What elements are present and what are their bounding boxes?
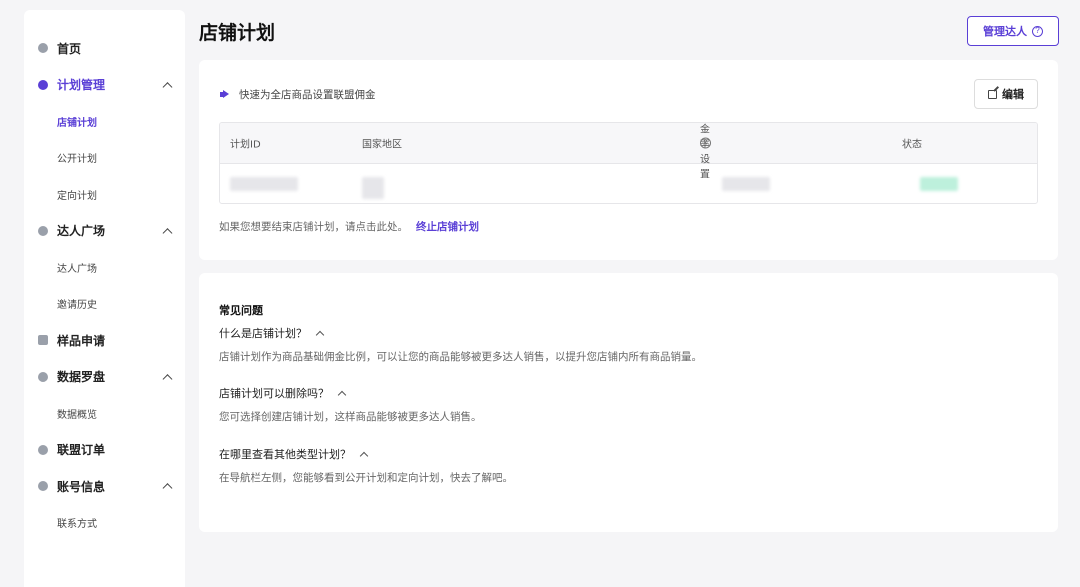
manage-influencers-label: 管理达人 bbox=[983, 26, 1027, 38]
compass-icon bbox=[38, 371, 48, 382]
faq-card: 常见问题 什么是店铺计划？ 店铺计划作为商品基础佣金比例，可以让您的商品能够被更… bbox=[199, 273, 1058, 532]
megaphone-icon bbox=[220, 90, 231, 99]
chevron-up-icon bbox=[359, 451, 369, 461]
home-icon bbox=[38, 43, 48, 54]
sample-icon bbox=[38, 335, 48, 346]
sidebar-item-contact[interactable]: 联系方式 bbox=[24, 505, 185, 542]
chevron-up-icon bbox=[337, 390, 347, 400]
faq-answer-3: 在导航栏左侧，您能够看到公开计划和定向计划，快去了解吧。 bbox=[219, 472, 513, 484]
sidebar-item-influencer-square[interactable]: 达人广场 bbox=[24, 213, 185, 250]
faq-question-text: 什么是店铺计划？ bbox=[219, 327, 307, 340]
table-row bbox=[220, 164, 1037, 203]
commission-cell-redacted bbox=[722, 177, 770, 191]
sidebar-item-label: 首页 bbox=[57, 41, 82, 56]
faq-answer-1: 店铺计划作为商品基础佣金比例，可以让您的商品能够被更多达人销售，以提升您店铺内所… bbox=[219, 351, 702, 363]
faq-title: 常见问题 bbox=[219, 304, 263, 317]
faq-question-3[interactable]: 在哪里查看其他类型计划？ bbox=[219, 446, 369, 462]
notice-text: 快速为全店商品设置联盟佣金 bbox=[239, 89, 376, 101]
plan-table: 计划ID 国家地区 佣金率设置 ? 状态 bbox=[219, 122, 1038, 204]
chevron-up-icon bbox=[162, 373, 173, 384]
sidebar-item-targeted-plan[interactable]: 定向计划 bbox=[24, 176, 185, 213]
sidebar-item-label: 联盟订单 bbox=[57, 443, 106, 458]
user-icon bbox=[38, 481, 48, 492]
faq-question-1[interactable]: 什么是店铺计划？ bbox=[219, 325, 325, 341]
sidebar-item-data-compass[interactable]: 数据罗盘 bbox=[24, 359, 185, 396]
edit-icon bbox=[988, 89, 997, 99]
sidebar-item-affiliate-orders[interactable]: 联盟订单 bbox=[24, 432, 185, 469]
chevron-up-icon bbox=[162, 483, 173, 494]
sidebar-item-home[interactable]: 首页 bbox=[24, 30, 185, 67]
sidebar-item-label: 达人广场 bbox=[57, 224, 106, 239]
sidebar-item-influencer-square-sub[interactable]: 达人广场 bbox=[24, 249, 185, 286]
sidebar-item-label: 数据罗盘 bbox=[57, 370, 106, 385]
faq-question-2[interactable]: 店铺计划可以删除吗？ bbox=[219, 385, 347, 401]
terminate-hint-text: 如果您想要结束店铺计划，请点击此处。 bbox=[219, 221, 408, 233]
faq-question-text: 店铺计划可以删除吗？ bbox=[219, 387, 329, 400]
sidebar-item-label: 样品申请 bbox=[57, 333, 106, 348]
sidebar-item-plan-management[interactable]: 计划管理 bbox=[24, 67, 185, 104]
sidebar-item-sample-request[interactable]: 样品申请 bbox=[24, 322, 185, 359]
notice-banner: 快速为全店商品设置联盟佣金 bbox=[220, 87, 376, 102]
manage-influencers-button[interactable]: 管理达人 ? bbox=[967, 16, 1059, 46]
sidebar-item-data-overview[interactable]: 数据概览 bbox=[24, 395, 185, 432]
sidebar-item-label: 账号信息 bbox=[57, 479, 106, 494]
store-plan-card: 快速为全店商品设置联盟佣金 编辑 计划ID 国家地区 佣金率设置 ? 状态 如果… bbox=[199, 60, 1058, 260]
help-icon: ? bbox=[1032, 25, 1043, 37]
search-icon bbox=[38, 225, 48, 236]
chevron-up-icon bbox=[315, 330, 325, 340]
faq-question-text: 在哪里查看其他类型计划？ bbox=[219, 448, 351, 461]
plan-icon bbox=[38, 79, 48, 90]
plan-id-cell-redacted bbox=[230, 177, 298, 191]
sidebar: 首页 计划管理 店铺计划 公开计划 定向计划 达人广场 达人广场 邀请历史 样品… bbox=[24, 10, 185, 587]
table-header: 计划ID 国家地区 佣金率设置 ? 状态 bbox=[220, 123, 1037, 181]
chevron-up-icon bbox=[162, 81, 173, 92]
terminate-hint: 如果您想要结束店铺计划，请点击此处。 终止店铺计划 bbox=[219, 219, 479, 234]
edit-button[interactable]: 编辑 bbox=[974, 79, 1038, 109]
column-region: 国家地区 bbox=[362, 139, 402, 151]
sidebar-item-label: 计划管理 bbox=[57, 78, 106, 93]
page-title: 店铺计划 bbox=[199, 22, 276, 44]
sidebar-item-account-info[interactable]: 账号信息 bbox=[24, 468, 185, 505]
faq-answer-2: 您可选择创建店铺计划，这样商品能够被更多达人销售。 bbox=[219, 411, 482, 423]
region-cell-redacted bbox=[362, 177, 384, 199]
terminate-plan-link[interactable]: 终止店铺计划 bbox=[416, 221, 479, 233]
column-status: 状态 bbox=[902, 139, 922, 151]
sidebar-item-invite-history[interactable]: 邀请历史 bbox=[24, 286, 185, 323]
chevron-up-icon bbox=[162, 227, 173, 238]
orders-icon bbox=[38, 444, 48, 455]
help-icon: ? bbox=[700, 137, 711, 149]
status-cell-redacted bbox=[920, 177, 958, 191]
edit-label: 编辑 bbox=[1002, 89, 1024, 101]
sidebar-item-public-plan[interactable]: 公开计划 bbox=[24, 140, 185, 177]
column-plan-id: 计划ID bbox=[230, 139, 261, 151]
sidebar-item-store-plan[interactable]: 店铺计划 bbox=[24, 103, 185, 140]
